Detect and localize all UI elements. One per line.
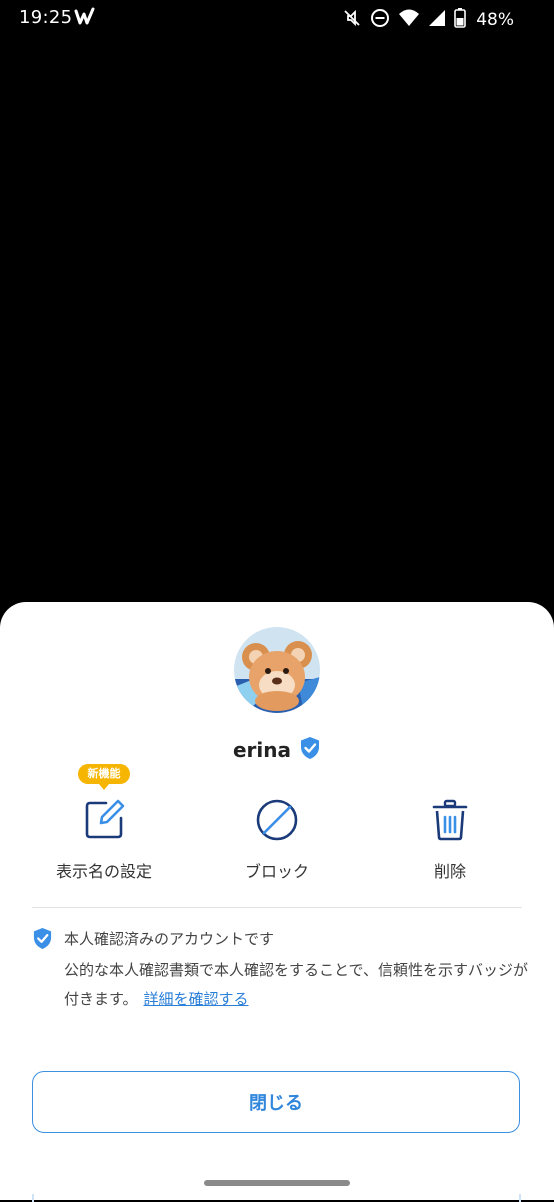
signal-icon <box>428 9 446 31</box>
mute-icon <box>342 8 362 32</box>
close-button[interactable]: 閉じる <box>32 1071 520 1133</box>
battery-percent: 48% <box>476 10 514 30</box>
block-button[interactable]: ブロック <box>197 792 357 882</box>
status-icons: 48% <box>342 8 514 32</box>
delete-label: 削除 <box>433 862 466 881</box>
wifi-icon <box>398 8 420 32</box>
new-feature-badge: 新機能 <box>78 764 130 790</box>
trash-icon <box>370 796 530 844</box>
profile-name-row: erina <box>0 735 554 765</box>
dnd-icon <box>370 8 390 32</box>
bottom-edge-right <box>519 1194 521 1202</box>
verified-shield-icon <box>32 927 53 954</box>
avatar[interactable] <box>234 627 320 713</box>
battery-icon <box>454 8 467 32</box>
display-name-setting-label: 表示名の設定 <box>55 862 152 881</box>
divider <box>32 907 522 908</box>
verification-notice-text: 公的な本人確認書類で本人確認をすることで、信頼性を示すバッジが付きます。 <box>64 961 528 1008</box>
verified-badge-icon <box>299 736 321 764</box>
verification-notice-body: 公的な本人確認書類で本人確認をすることで、信頼性を示すバッジが付きます。 詳細を確… <box>64 956 534 1014</box>
home-indicator[interactable] <box>204 1180 350 1186</box>
display-name-setting-button[interactable]: 表示名の設定 <box>24 792 184 882</box>
delete-button[interactable]: 削除 <box>370 792 530 882</box>
w-app-icon <box>74 6 96 32</box>
profile-bottom-sheet: erina 新機能 表示名の設定 ブロック 削除 本人確認済みのアカウントです … <box>0 602 554 1202</box>
block-label: ブロック <box>244 862 309 881</box>
verification-notice-title: 本人確認済みのアカウントです <box>64 930 275 948</box>
block-icon <box>197 796 357 844</box>
edit-icon <box>24 796 184 844</box>
profile-name: erina <box>232 738 292 762</box>
details-link[interactable]: 詳細を確認する <box>144 990 249 1008</box>
bottom-edge-left <box>32 1194 34 1202</box>
status-bar: 19:25 48% <box>0 0 554 38</box>
status-time: 19:25 <box>19 7 73 28</box>
